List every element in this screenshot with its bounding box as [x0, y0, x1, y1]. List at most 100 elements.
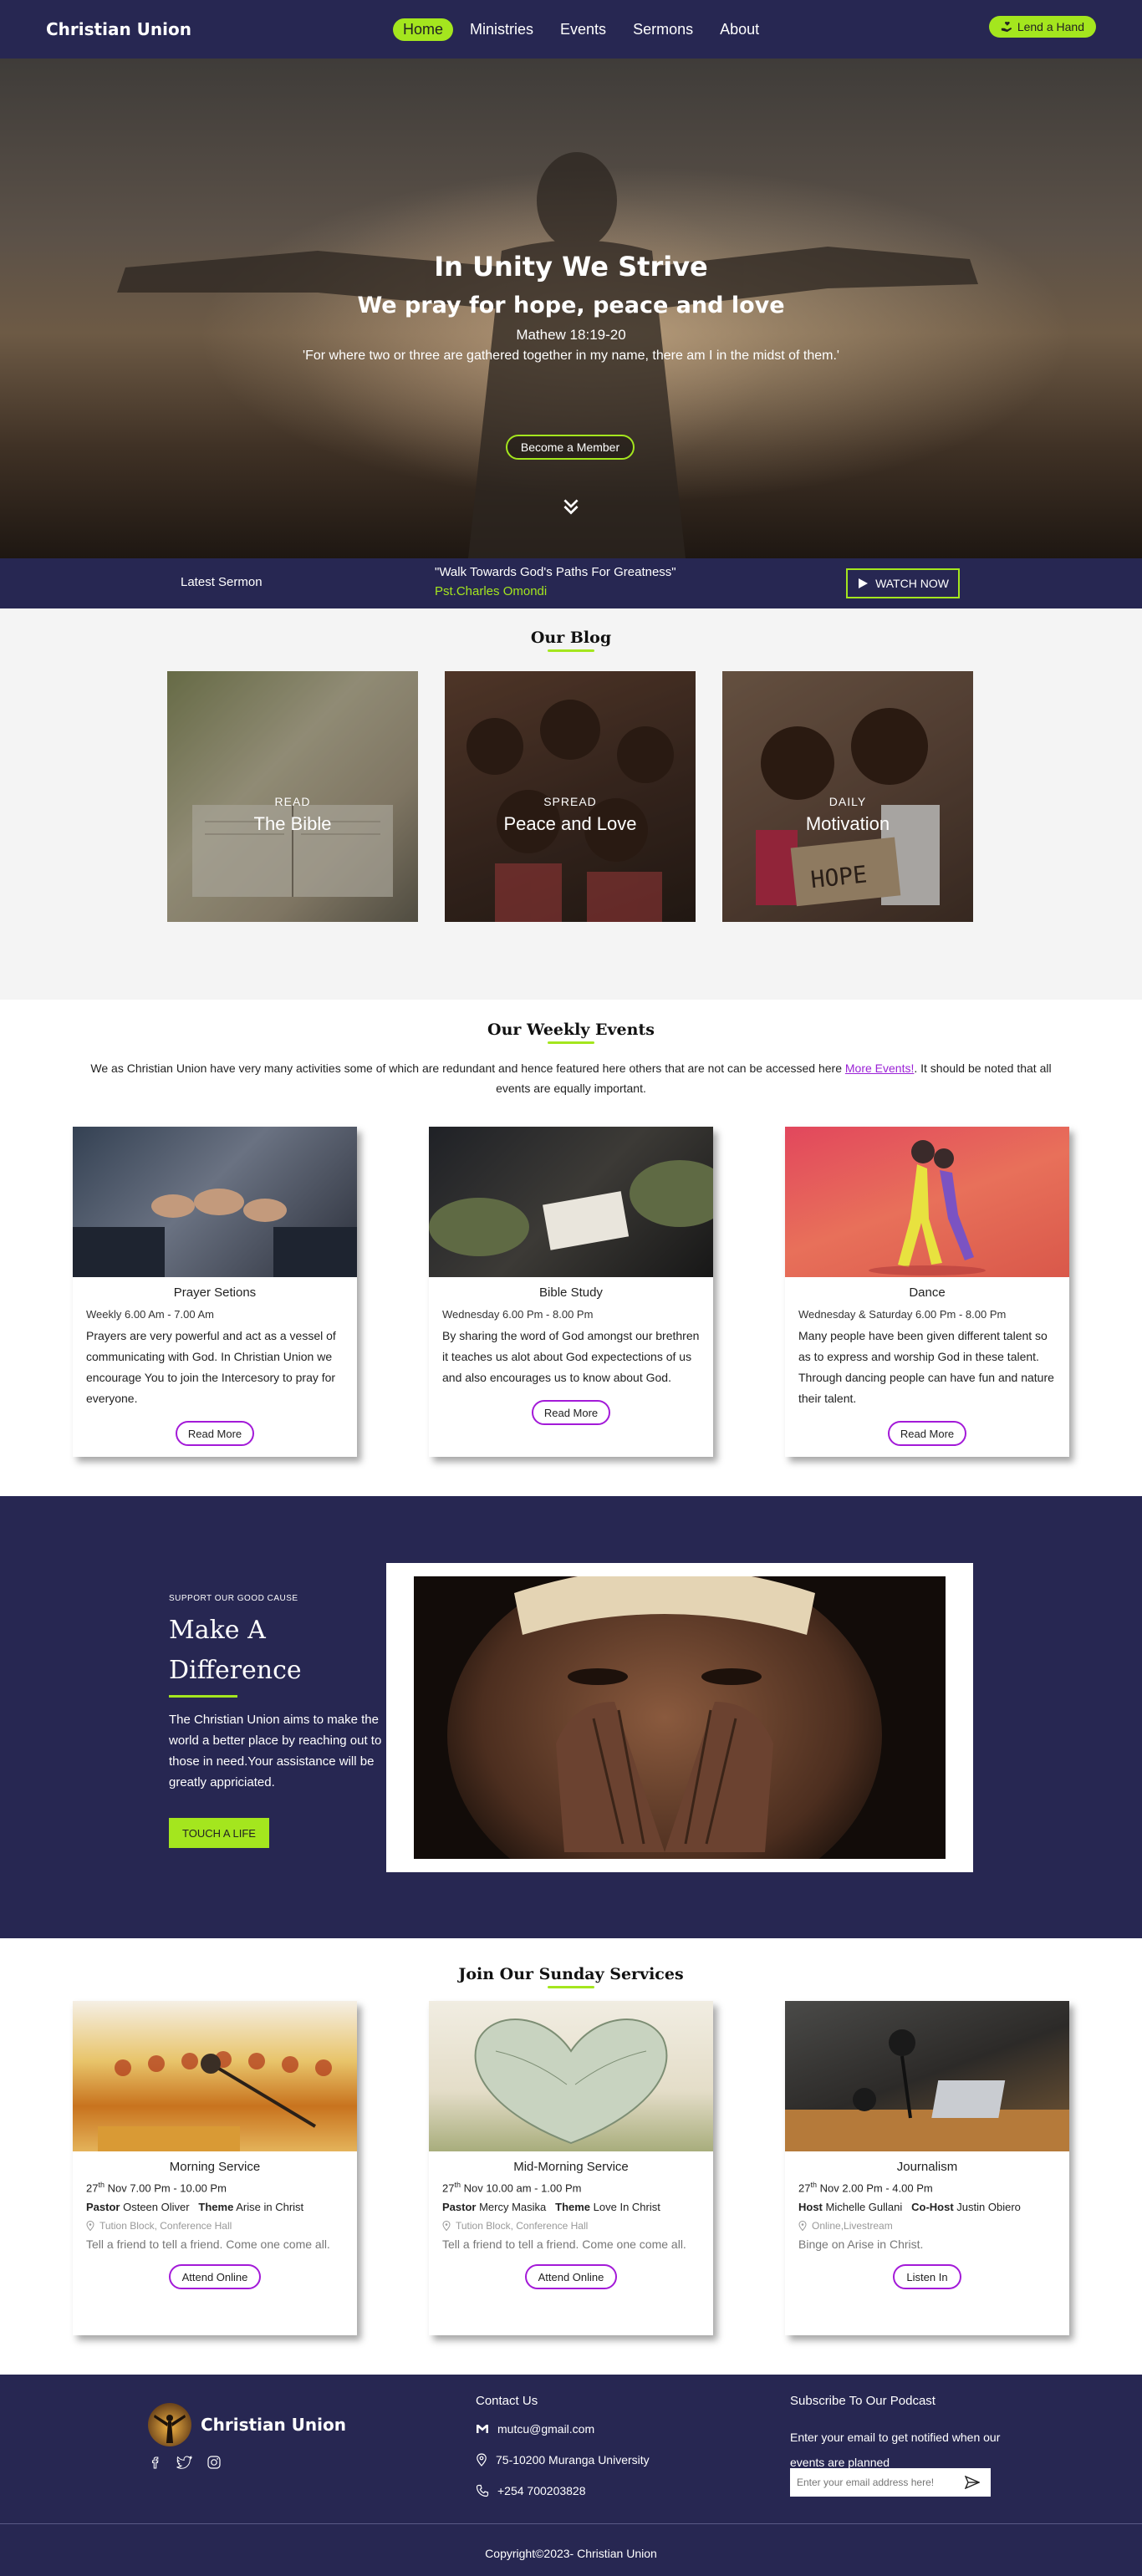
hero-content: In Unity We Strive We pray for hope, pea…	[0, 251, 1142, 364]
hero-section: In Unity We Strive We pray for hope, pea…	[0, 59, 1142, 558]
nav-sermons[interactable]: Sermons	[623, 18, 703, 41]
podcast-text: Enter your email to get notified when ou…	[790, 2431, 1001, 2469]
difference-photo-frame	[386, 1563, 973, 1872]
podcast-heading: Subscribe To Our Podcast	[790, 2394, 936, 2408]
nav-events[interactable]: Events	[550, 18, 616, 41]
event-time: Wednesday & Saturday 6.00 Pm - 8.00 Pm	[798, 1308, 1007, 1321]
event-card-prayer: Prayer Setions Weekly 6.00 Am - 7.00 Am …	[73, 1127, 357, 1457]
service-description: Binge on Arise in Christ.	[798, 2237, 924, 2252]
email-input[interactable]	[790, 2469, 957, 2496]
service-date: 27th Nov 10.00 am - 1.00 Pm	[442, 2181, 582, 2195]
sermon-title: "Walk Towards God's Paths For Greatness"	[435, 565, 676, 579]
contact-email[interactable]: mutcu@gmail.com	[476, 2422, 594, 2436]
facebook-icon[interactable]	[148, 2455, 163, 2470]
accent-bar	[169, 1695, 237, 1698]
become-member-button[interactable]: Become a Member	[506, 435, 635, 460]
top-nav: Christian Union Home Ministries Events S…	[0, 0, 1142, 59]
latest-sermon-label: Latest Sermon	[181, 575, 263, 589]
contact-address: 75-10200 Muranga University	[476, 2453, 650, 2467]
service-hosts: Pastor Osteen Oliver Theme Arise in Chri…	[86, 2201, 304, 2214]
nav-about[interactable]: About	[710, 18, 769, 41]
latest-sermon-bar: Latest Sermon "Walk Towards God's Paths …	[0, 558, 1142, 608]
contact-phone[interactable]: +254 700203828	[476, 2484, 586, 2497]
blog-heading: Our Blog	[0, 629, 1142, 650]
services-heading: Join Our Sunday Services	[0, 1965, 1142, 1987]
read-more-button[interactable]: Read More	[888, 1421, 966, 1446]
sunday-services-section: Join Our Sunday Services Morning Service…	[0, 1938, 1142, 2375]
service-location: Tution Block, Conference Hall	[86, 2220, 344, 2232]
bible-study-photo	[429, 1127, 713, 1277]
event-description: By sharing the word of God amongst our b…	[442, 1329, 700, 1384]
blog-card-bible[interactable]: READ The Bible	[167, 671, 418, 922]
woman-smiling-photo	[414, 1576, 946, 1859]
blog-name: The Bible	[253, 813, 332, 834]
location-pin-icon	[86, 2221, 94, 2232]
event-time: Weekly 6.00 Am - 7.00 Am	[86, 1308, 214, 1321]
phone-icon	[476, 2484, 489, 2497]
service-title: Journalism	[896, 2160, 958, 2174]
service-location: Online,Livestream	[798, 2220, 1056, 2232]
events-intro: We as Christian Union have very many act…	[90, 1061, 1052, 1095]
service-description: Tell a friend to tell a friend. Come one…	[86, 2237, 330, 2252]
listen-in-button[interactable]: Listen In	[893, 2264, 961, 2290]
subscribe-form	[790, 2468, 991, 2497]
service-title: Mid-Morning Service	[513, 2160, 629, 2174]
event-title: Bible Study	[539, 1285, 603, 1300]
blog-kicker: READ	[274, 795, 311, 808]
service-location: Tution Block, Conference Hall	[442, 2220, 700, 2232]
event-card-dance: Dance Wednesday & Saturday 6.00 Pm - 8.0…	[785, 1127, 1069, 1457]
instagram-icon[interactable]	[206, 2455, 222, 2470]
footer-brand: Christian Union	[201, 2415, 346, 2435]
contact-heading: Contact Us	[476, 2394, 538, 2408]
blog-name: Peace and Love	[503, 813, 637, 834]
location-pin-icon	[798, 2221, 807, 2232]
blog-card-motivation[interactable]: HOPE DAILY Motivation	[722, 671, 973, 922]
blog-kicker: DAILY	[828, 795, 867, 808]
touch-a-life-button[interactable]: TOUCH A LIFE	[169, 1818, 269, 1848]
watch-now-button[interactable]: WATCH NOW	[846, 568, 960, 598]
journalism-photo	[785, 2001, 1069, 2151]
double-chevron-down-icon[interactable]	[560, 496, 582, 517]
events-heading: Our Weekly Events	[0, 1021, 1142, 1042]
service-description: Tell a friend to tell a friend. Come one…	[442, 2237, 686, 2252]
send-icon	[965, 2476, 980, 2489]
lend-label: Lend a Hand	[1017, 20, 1084, 33]
nav-home[interactable]: Home	[393, 18, 454, 41]
blog-card-peace[interactable]: SPREAD Peace and Love	[445, 671, 696, 922]
twitter-icon[interactable]	[176, 2455, 193, 2470]
service-card-mid-morning: Mid-Morning Service 27th Nov 10.00 am - …	[429, 2001, 713, 2335]
morning-service-photo	[73, 2001, 357, 2151]
footer: Christian Union Contact Us mutcu@gmail.c…	[0, 2375, 1142, 2576]
send-button[interactable]	[957, 2468, 987, 2497]
attend-online-button[interactable]: Attend Online	[525, 2264, 617, 2290]
service-date: 27th Nov 7.00 Pm - 10.00 Pm	[86, 2181, 227, 2195]
verse-text: 'For where two or three are gathered tog…	[303, 349, 839, 363]
sermon-pastor: Pst.Charles Omondi	[435, 584, 548, 598]
verse-reference: Mathew 18:19-20	[516, 327, 626, 343]
event-title: Prayer Setions	[173, 1285, 257, 1300]
more-events-link[interactable]: More Events!	[845, 1061, 914, 1075]
copyright: Copyright©2023- Christian Union	[485, 2547, 657, 2560]
hero-title: In Unity We Strive	[434, 251, 708, 283]
service-hosts: Pastor Mercy Masika Theme Love In Christ	[442, 2201, 660, 2214]
watch-label: WATCH NOW	[875, 577, 949, 590]
brand-logo[interactable]: Christian Union	[46, 19, 191, 39]
read-more-button[interactable]: Read More	[176, 1421, 254, 1446]
nav-ministries[interactable]: Ministries	[460, 18, 543, 41]
play-icon	[859, 578, 869, 588]
blog-section: Our Blog READ The Bible SPREAD Peace and…	[0, 608, 1142, 1000]
service-title: Morning Service	[169, 2160, 261, 2174]
footer-logo[interactable]	[148, 2403, 191, 2446]
event-description: Prayers are very powerful and act as a v…	[86, 1329, 336, 1405]
event-description: Many people have been given different ta…	[798, 1329, 1054, 1405]
service-card-morning: Morning Service 27th Nov 7.00 Pm - 10.00…	[73, 2001, 357, 2335]
attend-online-button[interactable]: Attend Online	[169, 2264, 261, 2290]
dance-photo	[785, 1127, 1069, 1277]
read-more-button[interactable]: Read More	[532, 1400, 610, 1425]
difference-title: Make A Difference	[169, 1616, 302, 1685]
blog-name: Motivation	[805, 813, 890, 834]
social-links	[148, 2455, 222, 2470]
lend-a-hand-button[interactable]: Lend a Hand	[988, 16, 1096, 38]
difference-text: The Christian Union aims to make the wor…	[169, 1713, 382, 1789]
difference-kicker: SUPPORT OUR GOOD CAUSE	[169, 1594, 298, 1603]
